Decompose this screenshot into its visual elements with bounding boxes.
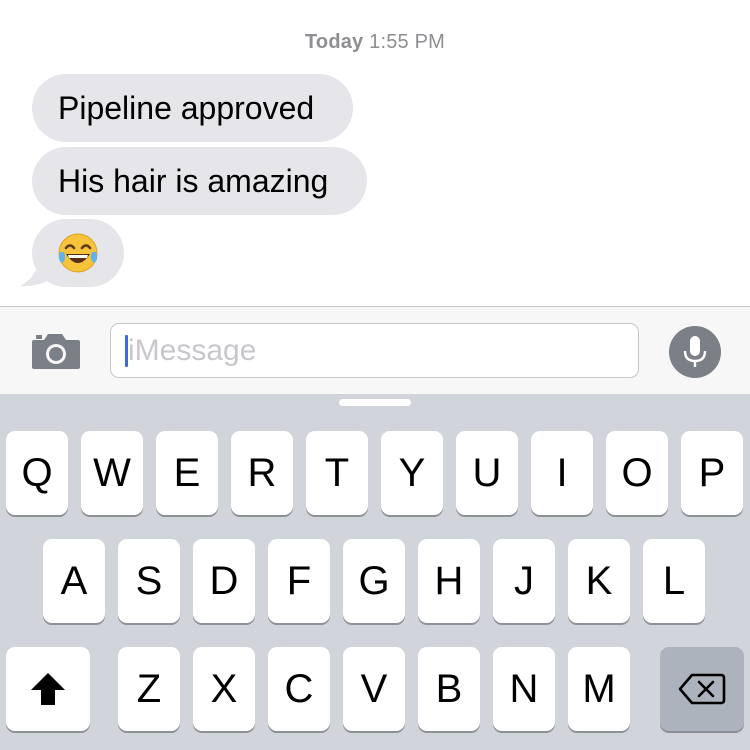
- message-bubble-2[interactable]: His hair is amazing: [32, 147, 367, 215]
- key-w[interactable]: W: [81, 431, 143, 515]
- shift-key[interactable]: [6, 647, 90, 731]
- key-m[interactable]: M: [568, 647, 630, 731]
- microphone-icon[interactable]: [669, 326, 721, 378]
- key-v[interactable]: V: [343, 647, 405, 731]
- key-d[interactable]: D: [193, 539, 255, 623]
- key-n[interactable]: N: [493, 647, 555, 731]
- key-t[interactable]: T: [306, 431, 368, 515]
- message-bubble-1[interactable]: Pipeline approved: [32, 74, 353, 142]
- backspace-icon: [678, 673, 726, 705]
- laughing-crying-emoji-icon: [58, 233, 98, 273]
- key-j[interactable]: J: [493, 539, 555, 623]
- keyboard-grabber[interactable]: [339, 399, 411, 406]
- key-b[interactable]: B: [418, 647, 480, 731]
- message-bubble-3[interactable]: [32, 219, 124, 287]
- key-y[interactable]: Y: [381, 431, 443, 515]
- key-s[interactable]: S: [118, 539, 180, 623]
- key-r[interactable]: R: [231, 431, 293, 515]
- keyboard: Q W E R T Y U I O P A S D F G H J K L Z …: [0, 394, 750, 750]
- key-x[interactable]: X: [193, 647, 255, 731]
- imessage-input[interactable]: iMessage: [110, 323, 639, 378]
- key-q[interactable]: Q: [6, 431, 68, 515]
- message-thread: Today 1:55 PM Pipeline approved His hair…: [0, 0, 750, 306]
- key-g[interactable]: G: [343, 539, 405, 623]
- timestamp-day: Today: [304, 31, 364, 53]
- message-input-bar: iMessage: [0, 306, 750, 394]
- key-a[interactable]: A: [43, 539, 105, 623]
- key-p[interactable]: P: [681, 431, 743, 515]
- key-h[interactable]: H: [418, 539, 480, 623]
- key-k[interactable]: K: [568, 539, 630, 623]
- key-z[interactable]: Z: [118, 647, 180, 731]
- timestamp-time: 1:55 PM: [363, 31, 446, 53]
- timestamp: Today 1:55 PM: [0, 31, 750, 54]
- key-e[interactable]: E: [156, 431, 218, 515]
- camera-icon[interactable]: [30, 331, 82, 371]
- key-o[interactable]: O: [606, 431, 668, 515]
- delete-key[interactable]: [660, 647, 744, 731]
- key-c[interactable]: C: [268, 647, 330, 731]
- key-l[interactable]: L: [643, 539, 705, 623]
- input-placeholder: iMessage: [128, 334, 257, 367]
- key-u[interactable]: U: [456, 431, 518, 515]
- key-f[interactable]: F: [268, 539, 330, 623]
- shift-arrow-icon: [31, 673, 65, 705]
- key-i[interactable]: I: [531, 431, 593, 515]
